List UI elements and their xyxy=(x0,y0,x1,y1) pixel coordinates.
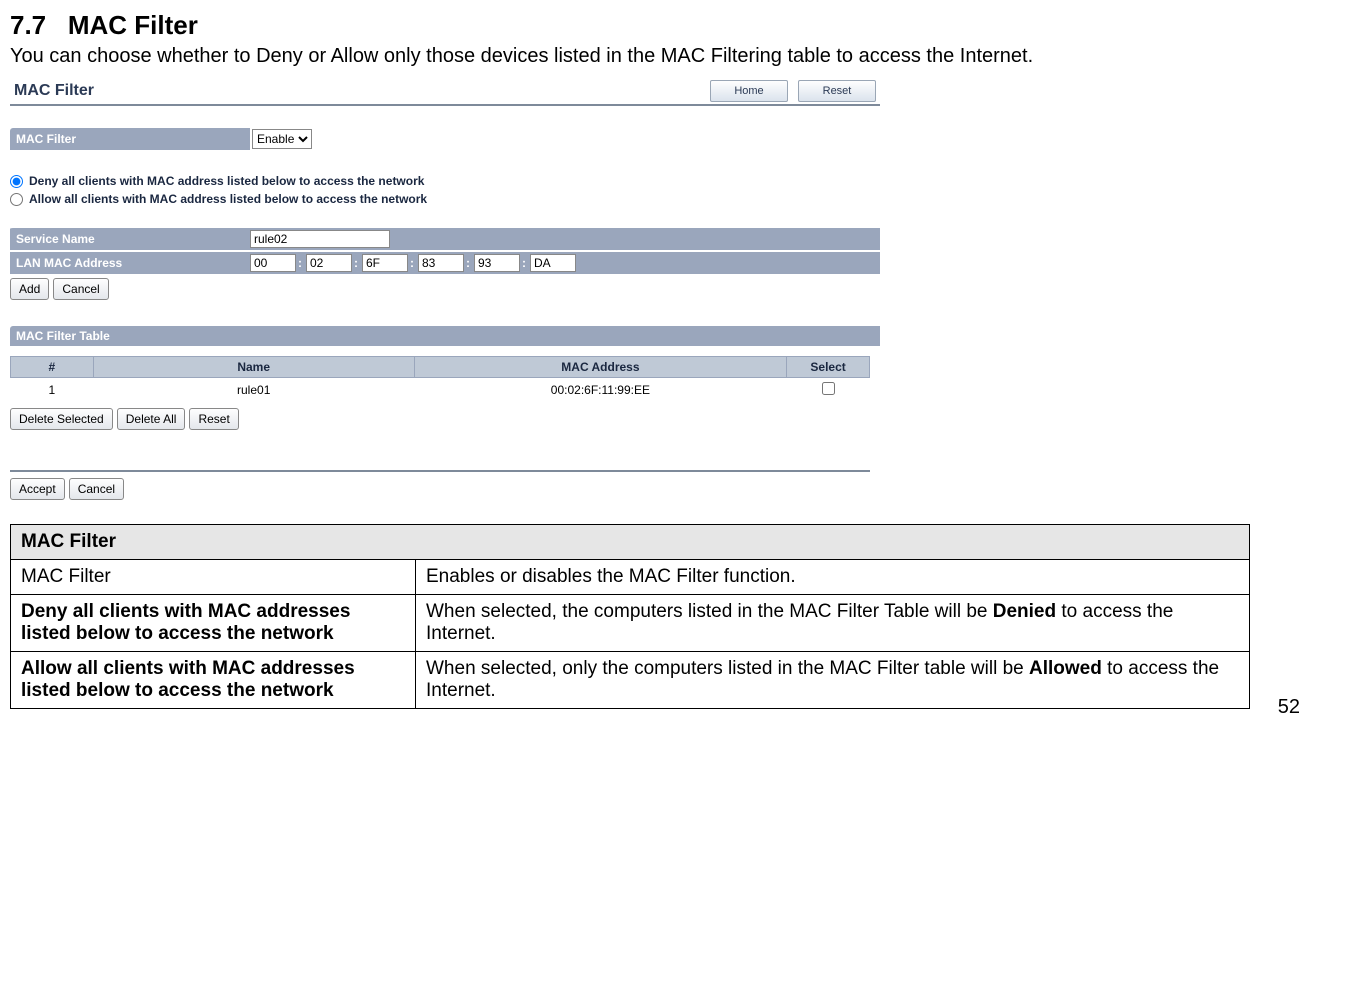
desc-header-row: MAC Filter xyxy=(11,525,1250,560)
desc-row-1: MAC Filter Enables or disables the MAC F… xyxy=(11,560,1250,595)
delete-selected-button[interactable]: Delete Selected xyxy=(10,408,113,430)
mac-input-group: : : : : : xyxy=(250,254,576,272)
divider xyxy=(10,470,870,472)
desc-r3-left: Allow all clients with MAC addresses lis… xyxy=(11,652,416,709)
accept-cancel-row: Accept Cancel xyxy=(10,478,880,500)
mac-octet-6[interactable] xyxy=(530,254,576,272)
desc-header: MAC Filter xyxy=(11,525,1250,560)
service-name-row: Service Name xyxy=(10,226,880,250)
lan-mac-label: LAN MAC Address xyxy=(16,256,250,270)
mac-filter-select[interactable]: Enable xyxy=(252,129,312,149)
table-header-row: # Name MAC Address Select xyxy=(11,357,870,378)
cancel-button-bottom[interactable]: Cancel xyxy=(69,478,124,500)
allow-radio-row[interactable]: Allow all clients with MAC address liste… xyxy=(10,190,880,208)
table-row: 1 rule01 00:02:6F:11:99:EE xyxy=(11,378,870,403)
row-select-checkbox[interactable] xyxy=(822,382,835,395)
mac-octet-3[interactable] xyxy=(362,254,408,272)
deny-radio[interactable] xyxy=(10,175,23,188)
section-title: 7.7 MAC Filter xyxy=(10,10,1300,41)
delete-all-button[interactable]: Delete All xyxy=(117,408,186,430)
section-intro: You can choose whether to Deny or Allow … xyxy=(10,45,1300,68)
desc-r2-right: When selected, the computers listed in t… xyxy=(416,595,1250,652)
page-number: 52 xyxy=(1278,696,1300,719)
mac-octet-4[interactable] xyxy=(418,254,464,272)
screenshot-header: MAC Filter Home Reset xyxy=(10,76,880,106)
cancel-button[interactable]: Cancel xyxy=(53,278,108,300)
service-block: Service Name LAN MAC Address : : : : : A… xyxy=(10,226,880,300)
section-number: 7.7 xyxy=(10,10,46,40)
service-name-input[interactable] xyxy=(250,230,390,248)
reset-table-button[interactable]: Reset xyxy=(189,408,238,430)
mac-filter-table-title: MAC Filter Table xyxy=(10,326,880,346)
mac-octet-2[interactable] xyxy=(306,254,352,272)
mode-radio-group: Deny all clients with MAC address listed… xyxy=(10,172,880,208)
deny-radio-row[interactable]: Deny all clients with MAC address listed… xyxy=(10,172,880,190)
cell-select xyxy=(787,378,870,403)
cell-num: 1 xyxy=(11,378,94,403)
deny-radio-label: Deny all clients with MAC address listed… xyxy=(29,174,424,188)
mac-filter-row: MAC Filter Enable xyxy=(10,128,880,150)
mac-octet-1[interactable] xyxy=(250,254,296,272)
top-buttons: Home Reset xyxy=(710,80,876,102)
section-name: MAC Filter xyxy=(68,10,198,40)
allow-radio[interactable] xyxy=(10,193,23,206)
desc-r2-left: Deny all clients with MAC addresses list… xyxy=(11,595,416,652)
table-buttons: Delete Selected Delete All Reset xyxy=(10,408,880,430)
cell-name: rule01 xyxy=(93,378,414,403)
desc-r1-right: Enables or disables the MAC Filter funct… xyxy=(416,560,1250,595)
home-button[interactable]: Home xyxy=(710,80,788,102)
lan-mac-row: LAN MAC Address : : : : : xyxy=(10,250,880,274)
desc-row-3: Allow all clients with MAC addresses lis… xyxy=(11,652,1250,709)
th-num: # xyxy=(11,357,94,378)
allow-radio-label: Allow all clients with MAC address liste… xyxy=(29,192,427,206)
accept-button[interactable]: Accept xyxy=(10,478,65,500)
router-screenshot: MAC Filter Home Reset MAC Filter Enable … xyxy=(10,76,880,500)
mac-filter-label: MAC Filter xyxy=(16,132,250,146)
description-table: MAC Filter MAC Filter Enables or disable… xyxy=(10,524,1250,709)
desc-r1-left: MAC Filter xyxy=(11,560,416,595)
add-cancel-row: Add Cancel xyxy=(10,278,880,300)
add-button[interactable]: Add xyxy=(10,278,49,300)
th-name: Name xyxy=(93,357,414,378)
mac-filter-table: # Name MAC Address Select 1 rule01 00:02… xyxy=(10,356,870,402)
mac-octet-5[interactable] xyxy=(474,254,520,272)
reset-button[interactable]: Reset xyxy=(798,80,876,102)
desc-r3-right: When selected, only the computers listed… xyxy=(416,652,1250,709)
th-select: Select xyxy=(787,357,870,378)
page-title: MAC Filter xyxy=(14,82,94,100)
th-mac: MAC Address xyxy=(414,357,787,378)
cell-mac: 00:02:6F:11:99:EE xyxy=(414,378,787,403)
service-name-label: Service Name xyxy=(16,232,250,246)
desc-row-2: Deny all clients with MAC addresses list… xyxy=(11,595,1250,652)
